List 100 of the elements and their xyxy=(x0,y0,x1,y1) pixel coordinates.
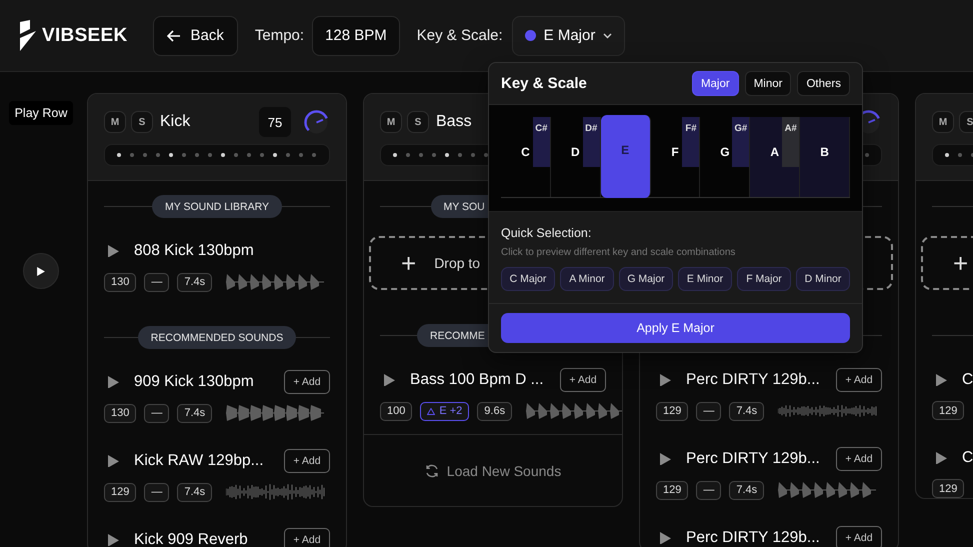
step-dot[interactable] xyxy=(260,153,264,157)
key-tag: E +2 xyxy=(420,402,470,420)
play-icon[interactable] xyxy=(660,374,671,386)
play-icon[interactable] xyxy=(936,452,947,464)
step-dot[interactable] xyxy=(393,153,397,157)
step-dot[interactable] xyxy=(247,153,251,157)
sharp-piano-key[interactable]: C# xyxy=(532,117,550,167)
key-tag: — xyxy=(144,482,170,502)
length-tag: 7.4s xyxy=(177,404,212,422)
bpm-tag: 129 xyxy=(656,480,688,500)
step-dot[interactable] xyxy=(432,153,436,157)
piano-key[interactable]: A A# xyxy=(750,117,800,197)
popup-title: Key & Scale xyxy=(501,75,588,92)
play-icon[interactable] xyxy=(660,452,671,466)
tempo-field[interactable]: 128 BPM xyxy=(312,16,400,56)
add-button[interactable]: + Add xyxy=(284,370,330,394)
piano-key[interactable]: B xyxy=(800,117,850,197)
key-tag: — xyxy=(696,480,722,500)
load-more-button[interactable]: Load New Sounds xyxy=(418,462,568,480)
add-button[interactable]: + Add xyxy=(836,526,882,547)
volume-value[interactable]: 75 xyxy=(259,107,291,137)
step-dot[interactable] xyxy=(958,153,962,157)
play-row-button[interactable] xyxy=(23,253,59,289)
bpm-tag: 129 xyxy=(932,479,964,498)
step-dot[interactable] xyxy=(156,153,160,157)
step-dot[interactable] xyxy=(286,153,290,157)
step-dot[interactable] xyxy=(143,153,147,157)
step-dot[interactable] xyxy=(419,153,423,157)
sharp-piano-key[interactable]: G# xyxy=(732,117,750,167)
step-dot[interactable] xyxy=(299,153,303,157)
play-icon[interactable] xyxy=(384,374,395,386)
key-dot-icon xyxy=(524,30,536,41)
bpm-tag: 129 xyxy=(932,401,964,420)
preset-chip[interactable]: A Minor xyxy=(560,267,614,291)
step-dot[interactable] xyxy=(312,153,316,157)
scale-tab[interactable]: Minor xyxy=(744,71,792,96)
play-row-label: Play Row xyxy=(8,101,74,125)
quick-selection-hint: Click to preview different key and scale combinations xyxy=(501,247,736,258)
track-name: Kick xyxy=(160,113,190,131)
play-icon[interactable] xyxy=(660,532,671,544)
sharp-piano-key[interactable]: D# xyxy=(582,117,600,167)
add-button[interactable]: + Add xyxy=(836,447,882,471)
sound-title: Kick 909 Reverb xyxy=(134,531,249,547)
play-icon[interactable] xyxy=(108,244,119,258)
step-dot[interactable] xyxy=(117,153,121,157)
step-dot[interactable] xyxy=(273,153,277,157)
step-dot[interactable] xyxy=(865,153,869,157)
step-dot[interactable] xyxy=(182,153,186,157)
step-dot[interactable] xyxy=(445,153,449,157)
step-dot[interactable] xyxy=(208,153,212,157)
mute-button[interactable]: M xyxy=(380,111,402,133)
play-icon[interactable] xyxy=(108,534,119,546)
step-dot[interactable] xyxy=(234,153,238,157)
play-icon[interactable] xyxy=(108,454,119,468)
step-dot[interactable] xyxy=(130,153,134,157)
step-dot[interactable] xyxy=(458,153,462,157)
step-dot[interactable] xyxy=(169,153,173,157)
step-dot[interactable] xyxy=(471,153,475,157)
back-button[interactable]: Back xyxy=(152,16,238,56)
preset-chip[interactable]: E Minor xyxy=(678,267,732,291)
section-label: MY SOUND LIBRARY xyxy=(152,195,282,218)
preset-chip[interactable]: D Minor xyxy=(796,267,850,291)
solo-button[interactable]: S xyxy=(131,111,153,133)
key-scale-dropdown[interactable]: E Major xyxy=(512,16,626,56)
sharp-piano-key[interactable]: F# xyxy=(682,117,700,167)
apply-button[interactable]: Apply E Major xyxy=(501,313,850,343)
bpm-tag: 129 xyxy=(104,482,136,502)
step-dot[interactable] xyxy=(406,153,410,157)
preset-chip[interactable]: F Major xyxy=(737,267,791,291)
sound-title: Bass 100 Bpm D ... xyxy=(410,371,545,389)
sound-title: C xyxy=(962,449,973,467)
length-tag: 7.4s xyxy=(729,402,764,420)
add-button[interactable]: + Add xyxy=(836,368,882,392)
step-dot[interactable] xyxy=(945,153,949,157)
scale-tab[interactable]: Major xyxy=(692,71,739,96)
refresh-icon xyxy=(424,464,439,478)
plus-sign: + xyxy=(953,250,968,276)
step-dot[interactable] xyxy=(484,153,488,157)
sound-title: 909 Kick 130bpm xyxy=(134,373,255,391)
scale-tab[interactable]: Others xyxy=(797,71,850,96)
drop-zone[interactable]: + xyxy=(921,236,973,290)
step-dot[interactable] xyxy=(221,153,225,157)
step-dot[interactable] xyxy=(195,153,199,157)
preset-chip[interactable]: G Major xyxy=(619,267,673,291)
mute-button[interactable]: M xyxy=(104,111,126,133)
sharp-piano-key[interactable]: A# xyxy=(782,117,800,167)
volume-knob[interactable] xyxy=(303,108,330,136)
play-icon[interactable] xyxy=(108,376,119,388)
mute-button[interactable]: M xyxy=(932,111,954,133)
arrow-left-icon xyxy=(166,30,181,42)
solo-button[interactable]: S xyxy=(959,111,973,133)
play-icon[interactable] xyxy=(936,374,947,386)
sound-title: Perc DIRTY 129b... xyxy=(686,450,821,468)
add-button[interactable]: + Add xyxy=(284,528,330,547)
logo-icon xyxy=(18,20,38,52)
preset-chip[interactable]: C Major xyxy=(501,267,555,291)
solo-button[interactable]: S xyxy=(407,111,429,133)
add-button[interactable]: + Add xyxy=(560,368,606,392)
add-button[interactable]: + Add xyxy=(284,449,330,473)
bpm-tag: 129 xyxy=(656,402,688,420)
